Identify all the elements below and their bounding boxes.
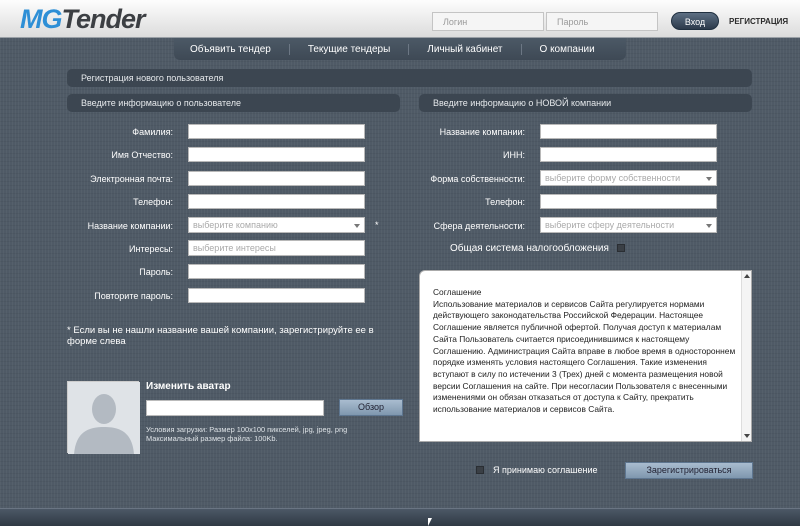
first-middle-name-label: Имя Отчество:	[111, 150, 173, 160]
last-name-input[interactable]	[188, 124, 365, 139]
user-silhouette-icon	[68, 382, 140, 454]
interests-select[interactable]: выберите интересы	[188, 240, 365, 256]
mouse-cursor-icon	[428, 518, 432, 526]
last-name-label: Фамилия:	[132, 127, 173, 137]
avatar	[67, 381, 140, 454]
phone-label: Телефон:	[133, 197, 173, 207]
interests-label: Интересы:	[129, 244, 173, 254]
activity-select-placeholder: выберите сферу деятельности	[545, 220, 675, 230]
ownership-form-select[interactable]: выберите форму собственности	[540, 170, 717, 186]
upload-conditions-line-2: Максимальный размер файла: 100Kb.	[146, 433, 278, 443]
main-nav: Объявить тендер Текущие тендеры Личный к…	[174, 38, 626, 60]
ownership-form-label: Форма собственности:	[430, 174, 525, 184]
tax-system-label: Общая система налогообложения	[450, 243, 609, 254]
chevron-down-icon	[706, 224, 712, 228]
user-section-title: Введите информацию о пользователе	[67, 94, 400, 112]
new-company-name-label: Название компании:	[439, 127, 525, 137]
register-button[interactable]: Зарегистрироваться	[625, 462, 753, 479]
repeat-password-label: Повторите пароль:	[94, 291, 173, 301]
site-logo[interactable]: MGTender	[20, 4, 146, 34]
register-link[interactable]: РЕГИСТРАЦИЯ	[729, 17, 788, 26]
required-asterisk: *	[375, 220, 379, 230]
login-input[interactable]: Логин	[432, 12, 544, 31]
footer-bar	[0, 508, 800, 526]
company-select[interactable]: выберите компанию	[188, 217, 365, 233]
inn-label: ИНН:	[503, 150, 525, 160]
agreement-body: Использование материалов и сервисов Сайт…	[433, 298, 736, 415]
company-phone-label: Телефон:	[485, 197, 525, 207]
scroll-up-icon[interactable]	[744, 274, 750, 278]
avatar-file-input[interactable]	[146, 400, 324, 416]
nav-item-about-company[interactable]: О компании	[520, 43, 613, 55]
avatar-title: Изменить аватар	[146, 381, 231, 392]
new-company-name-input[interactable]	[540, 124, 717, 139]
chevron-down-icon	[706, 177, 712, 181]
company-name-label: Название компании:	[87, 221, 173, 231]
logo-mg: MG	[20, 4, 62, 34]
repeat-password-field[interactable]	[188, 288, 365, 303]
activity-label: Сфера деятельности:	[433, 221, 525, 231]
password-input[interactable]: Пароль	[546, 12, 658, 31]
nav-item-personal-cabinet[interactable]: Личный кабинет	[408, 43, 520, 55]
accept-agreement-checkbox[interactable]	[476, 466, 484, 474]
company-not-found-note: * Если вы не нашли название вашей компан…	[67, 325, 374, 347]
nav-item-current-tenders[interactable]: Текущие тендеры	[288, 43, 408, 55]
accept-agreement-label: Я принимаю соглашение	[493, 465, 598, 475]
tax-system-checkbox[interactable]	[617, 244, 625, 252]
password-label: Пароль:	[139, 267, 173, 277]
interests-select-placeholder: выберите интересы	[193, 243, 276, 253]
company-select-placeholder: выберите компанию	[193, 220, 278, 230]
password-field[interactable]	[188, 264, 365, 279]
company-section-title: Введите информацию о НОВОЙ компании	[419, 94, 752, 112]
first-middle-name-input[interactable]	[188, 147, 365, 162]
agreement-text-block: Соглашение Использование материалов и се…	[433, 287, 738, 416]
nav-item-announce-tender[interactable]: Объявить тендер	[190, 44, 289, 55]
scroll-down-icon[interactable]	[744, 434, 750, 438]
inn-input[interactable]	[540, 147, 717, 162]
chevron-down-icon	[354, 224, 360, 228]
logo-tender: Tender	[61, 4, 146, 34]
upload-conditions: Условия загрузки: Размер 100x100 пикселе…	[146, 425, 347, 443]
activity-select[interactable]: выберите сферу деятельности	[540, 217, 717, 233]
agreement-box[interactable]: Соглашение Использование материалов и се…	[419, 270, 752, 442]
page-title: Регистрация нового пользователя	[67, 69, 752, 87]
email-input[interactable]	[188, 171, 365, 186]
agreement-scrollbar[interactable]	[741, 271, 751, 441]
login-button[interactable]: Вход	[671, 12, 719, 30]
agreement-title: Соглашение	[433, 287, 482, 297]
ownership-form-placeholder: выберите форму собственности	[545, 173, 681, 183]
email-label: Электронная почта:	[90, 174, 173, 184]
site-header: MGTender Логин Пароль Вход РЕГИСТРАЦИЯ	[0, 0, 800, 38]
browse-button[interactable]: Обзор	[339, 399, 403, 416]
company-phone-input[interactable]	[540, 194, 717, 209]
phone-input[interactable]	[188, 194, 365, 209]
